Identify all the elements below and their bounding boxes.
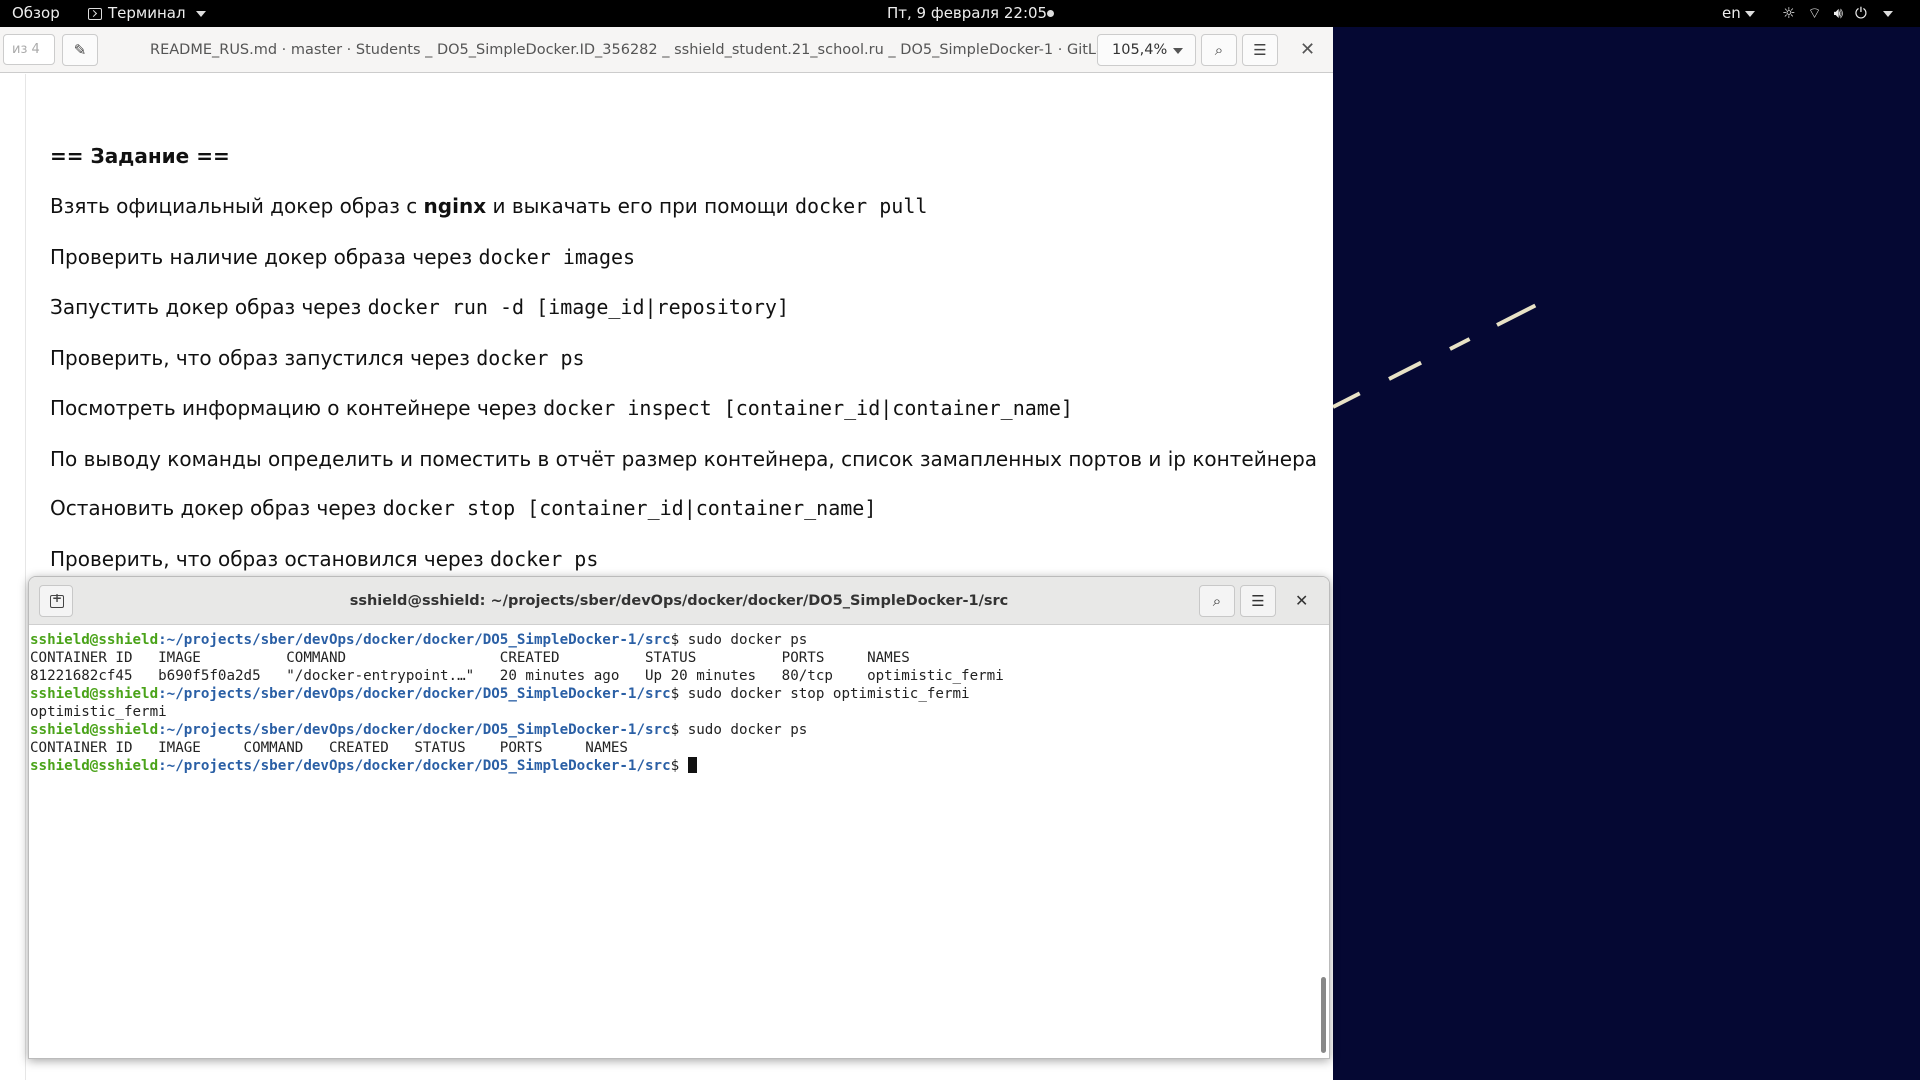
document-title: README_RUS.md · master · Students _ DO5_…	[150, 42, 1143, 58]
terminal-title: sshield@sshield: ~/projects/sber/devOps/…	[349, 593, 1009, 609]
terminal-icon	[88, 7, 102, 20]
menu-button[interactable]: ☰	[1242, 34, 1278, 66]
volume-icon: 🔊︎	[1833, 4, 1844, 22]
page-number-input[interactable]: из 4	[3, 34, 55, 65]
text-cursor	[687, 757, 697, 773]
terminal-line: sshield@sshield:~/projects/sber/devOps/d…	[30, 686, 970, 702]
wifi-icon: ⌔	[1807, 4, 1822, 22]
task-line: Проверить, что образ остановился через d…	[50, 547, 599, 571]
search-button[interactable]: ⌕	[1199, 585, 1235, 617]
search-button[interactable]: ⌕	[1201, 34, 1237, 66]
wallpaper-decoration	[1332, 391, 1361, 409]
search-icon: ⌕	[1214, 41, 1224, 59]
zoom-select[interactable]: 105,4%	[1097, 34, 1196, 66]
document-viewer-header: из 4 ✎ README_RUS.md · master · Students…	[0, 27, 1333, 73]
terminal-line: sshield@sshield:~/projects/sber/devOps/d…	[30, 632, 808, 648]
terminal-header: sshield@sshield: ~/projects/sber/devOps/…	[29, 577, 1329, 625]
task-line: Проверить наличие докер образа через doc…	[50, 245, 636, 269]
scrollbar[interactable]	[1321, 977, 1326, 1053]
task-line: Проверить, что образ запустился через do…	[50, 346, 585, 370]
chevron-down-icon	[195, 10, 206, 17]
hamburger-icon: ☰	[1251, 592, 1265, 610]
menu-button[interactable]: ☰	[1240, 585, 1276, 617]
task-line: Посмотреть информацию о контейнере через…	[50, 396, 1073, 420]
chevron-down-icon	[1882, 10, 1893, 17]
pencil-icon: ✎	[73, 41, 87, 59]
chevron-down-icon	[1173, 48, 1183, 54]
wallpaper-decoration	[1449, 337, 1471, 351]
terminal-line: 81221682cf45 b690f5f0a2d5 "/docker-entry…	[30, 668, 1004, 684]
task-line: Запустить докер образ через docker run -…	[50, 295, 789, 319]
annotate-button[interactable]: ✎	[62, 34, 98, 66]
close-icon: ✕	[1300, 39, 1316, 60]
terminal-line: optimistic_fermi	[30, 704, 167, 720]
task-line: Взять официальный докер образ с nginx и …	[50, 194, 928, 218]
keyboard-layout-label: en	[1722, 4, 1741, 22]
section-heading: == Задание ==	[50, 144, 230, 168]
task-line: По выводу команды определить и поместить…	[50, 447, 1318, 471]
close-icon: ✕	[1295, 591, 1309, 610]
power-icon: ⏻	[1855, 4, 1867, 22]
terminal-line: CONTAINER ID IMAGE COMMAND CREATED STATU…	[30, 740, 628, 756]
clock[interactable]: Пт, 9 февраля 22:05	[887, 0, 1047, 27]
system-tray[interactable]: ☼ ⌔ 🔊︎ ⏻	[1782, 0, 1893, 27]
wallpaper-decoration	[1388, 360, 1422, 381]
top-bar: Обзор Терминал Пт, 9 февраля 22:05 en ☼ …	[0, 0, 1920, 27]
terminal-line: sshield@sshield:~/projects/sber/devOps/d…	[30, 722, 808, 738]
zoom-value: 105,4%	[1112, 42, 1168, 58]
terminal-output[interactable]: sshield@sshield:~/projects/sber/devOps/d…	[29, 625, 1329, 1058]
brightness-icon: ☼	[1782, 4, 1796, 22]
terminal-line: CONTAINER ID IMAGE COMMAND CREATED STATU…	[30, 650, 910, 666]
app-menu-label: Терминал	[108, 4, 186, 22]
terminal-window: sshield@sshield: ~/projects/sber/devOps/…	[28, 576, 1330, 1059]
notification-dot-icon	[1047, 10, 1054, 17]
terminal-line: sshield@sshield:~/projects/sber/devOps/d…	[30, 757, 1329, 775]
close-button[interactable]: ✕	[1295, 577, 1308, 625]
hamburger-icon: ☰	[1253, 41, 1267, 59]
wallpaper-decoration	[1496, 303, 1537, 327]
chevron-down-icon	[1744, 10, 1755, 17]
close-button[interactable]: ✕	[1300, 27, 1315, 73]
search-icon: ⌕	[1212, 592, 1222, 610]
activities-button[interactable]: Обзор	[12, 0, 60, 27]
app-menu[interactable]: Терминал	[88, 0, 206, 27]
keyboard-layout-menu[interactable]: en	[1722, 0, 1755, 27]
task-line: Остановить докер образ через docker stop…	[50, 496, 877, 520]
